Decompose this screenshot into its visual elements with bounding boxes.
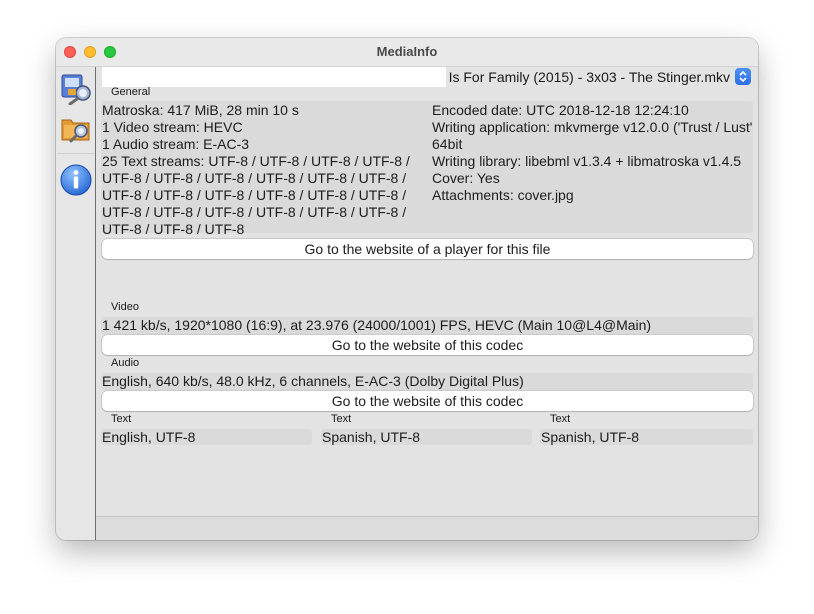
general-detail-line: Cover: Yes (432, 170, 500, 186)
audio-section-label: Audio (111, 357, 140, 369)
general-detail-line: Attachments: cover.jpg (432, 187, 574, 203)
text-stream-info: Spanish, UTF-8 (541, 429, 640, 445)
player-website-button[interactable]: Go to the website of a player for this f… (102, 239, 753, 259)
general-detail-line: 64bit (432, 136, 463, 152)
general-line: Matroska: 417 MiB, 28 min 10 s (102, 102, 299, 118)
general-line: 1 Audio stream: E-AC-3 (102, 136, 250, 152)
sidebar-divider (58, 153, 94, 154)
sidebar (56, 67, 96, 540)
general-detail-line: Encoded date: UTC 2018-12-18 12:24:10 (432, 102, 689, 118)
text-section-label: Text (111, 413, 132, 425)
window-title: MediaInfo (376, 44, 438, 59)
general-line: UTF-8 / UTF-8 / UTF-8 (102, 221, 245, 237)
file-path-field[interactable] (102, 67, 446, 87)
about-icon[interactable] (59, 163, 93, 197)
audio-info: English, 640 kb/s, 48.0 kHz, 6 channels,… (102, 373, 524, 389)
main-panel: F Is For Family (2015) - 3x03 - The Stin… (96, 67, 758, 540)
text-stream-info: Spanish, UTF-8 (322, 429, 421, 445)
text-section-label: Text (550, 413, 571, 425)
text-section-label: Text (331, 413, 352, 425)
video-codec-website-button[interactable]: Go to the website of this codec (102, 335, 753, 355)
export-folder-icon[interactable] (59, 111, 93, 145)
general-detail-line: Writing library: libebml v1.3.4 + libmat… (432, 153, 742, 169)
bottom-bar (96, 516, 758, 540)
video-section-label: Video (111, 301, 139, 313)
text-stream-info: English, UTF-8 (102, 429, 196, 445)
video-info: 1 421 kb/s, 1920*1080 (16:9), at 23.976 … (102, 317, 652, 333)
file-selector-value: F Is For Family (2015) - 3x03 - The Stin… (446, 69, 730, 85)
file-selector[interactable]: F Is For Family (2015) - 3x03 - The Stin… (446, 67, 754, 87)
media-info-icon[interactable] (59, 71, 93, 106)
chevron-updown-icon[interactable] (735, 68, 751, 85)
general-line: UTF-8 / UTF-8 / UTF-8 / UTF-8 / UTF-8 / … (102, 187, 407, 203)
general-line: 25 Text streams: UTF-8 / UTF-8 / UTF-8 /… (102, 153, 410, 169)
audio-codec-website-button[interactable]: Go to the website of this codec (102, 391, 753, 411)
general-section-label: General (111, 86, 151, 98)
general-line: 1 Video stream: HEVC (102, 119, 243, 135)
general-detail-line: Writing application: mkvmerge v12.0.0 ('… (432, 119, 752, 135)
general-line: UTF-8 / UTF-8 / UTF-8 / UTF-8 / UTF-8 / … (102, 170, 407, 186)
general-line: UTF-8 / UTF-8 / UTF-8 / UTF-8 / UTF-8 / … (102, 204, 407, 220)
title-bar: MediaInfo (56, 38, 758, 67)
mediainfo-window: MediaInfo F Is For Family (2015) - 3x03 … (56, 38, 758, 540)
